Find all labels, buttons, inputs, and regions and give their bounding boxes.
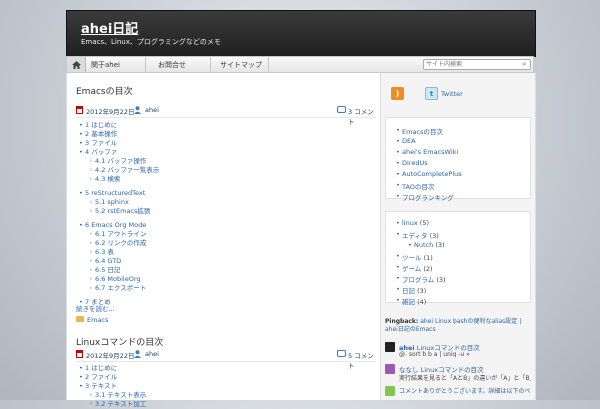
twitter-icon[interactable]: t [425,87,438,100]
category-item[interactable]: linux (5) [396,219,429,227]
home-icon [71,60,81,69]
toc-item[interactable]: 5 reStructuredText [79,189,145,198]
search-input[interactable] [426,60,516,69]
sidebar-link[interactable]: ahei's EmacsWiki [396,148,458,156]
category-item[interactable]: Nutch (3) [408,241,444,249]
category-item[interactable]: プログラム (3) [396,274,446,284]
toc-item[interactable]: 6.5 日記 [89,266,121,275]
site-description: Emacs、Linux、プログラミングなどのメモ [81,38,221,46]
post-meta: 2012年9月22日 ahei 3 コメント [76,106,376,126]
comment-snippet[interactable]: コメントありがとうございます。詳細は以下のページをご覧ください。 [399,386,531,395]
nav-separator [145,57,146,72]
avatar [385,386,395,396]
site-header: ahei日記 Emacs、Linux、プログラミングなどのメモ [66,10,536,57]
page: ahei日記 Emacs、Linux、プログラミングなどのメモ 関于ahei お… [66,10,536,409]
avatar [385,342,395,352]
comment-icon [337,106,346,113]
toc-item[interactable]: 5.2 rstEmacs拡張 [89,207,150,216]
sidebar-link[interactable]: DEA [396,137,415,145]
folder-icon [76,316,84,322]
toc-item[interactable]: 6.6 MobileOrg [89,275,140,284]
toc-item[interactable]: 3 テキスト [79,382,117,391]
avatar [385,364,395,374]
toc-item[interactable]: 3 ファイル [79,139,117,148]
nav-separator [210,57,211,72]
sidebar: ) t Twitter Emacsの目次 DEA ahei's EmacsWik… [380,73,536,400]
toc-item[interactable]: 2 基本操作 [79,130,117,139]
post-title[interactable]: Linuxコマンドの目次 [76,335,163,348]
sidebar-link[interactable]: Emacsの目次 [396,126,443,136]
sidebar-link[interactable]: ブログランキング [396,192,454,202]
category-item[interactable]: エディタ (3) [396,230,439,240]
toc-item[interactable]: 5.1 sphinx [89,198,129,207]
sidebar-link[interactable]: DiredUs [396,159,428,167]
comment-snippet: 実行結果を見ると「AとB」の違いが「A」と「B」の… [399,375,531,382]
pingback-label: Pingback: [385,318,419,325]
nav-separator [268,57,269,72]
toc-item[interactable]: 6 Emacs Org Mode [79,221,146,230]
post-meta: 2012年9月22日 ahei 5 コメント [76,350,376,370]
comment-snippet: @. sort b b a | uniq -u » [399,351,470,358]
toc-item[interactable]: 4.1 バッファ操作 [89,157,146,166]
category-link[interactable]: Emacs [87,316,108,324]
main-content: Emacsの目次 2012年9月22日 ahei 3 コメント 1 はじめに 2… [66,73,381,409]
site-title[interactable]: ahei日記 [81,18,138,37]
category-item[interactable]: ゲーム (2) [396,263,433,273]
user-icon [134,350,141,358]
toc-item[interactable]: 3.2 テキスト加工 [89,400,146,409]
divider [76,361,376,362]
post-title[interactable]: Emacsの目次 [76,84,133,97]
post-date: 2012年9月22日 [86,352,135,360]
toc-item[interactable]: 6.3 表 [89,248,114,257]
toc-item[interactable]: 6.2 リンクの作成 [89,239,146,248]
post-author[interactable]: ahei [145,106,159,114]
post-comments-link[interactable]: 5 コメント [348,350,376,370]
links-widget: Emacsの目次 DEA ahei's EmacsWiki DiredUs Au… [385,117,531,202]
search-icon[interactable]: ⌕ [520,60,529,69]
rss-icon[interactable]: ) [391,87,404,100]
search-box[interactable]: ⌕ [423,59,531,70]
pingback-entry: Pingback: ahei Linux bashの便利なalias設定 | a… [385,318,531,334]
sidebar-link[interactable]: TAOの目次 [396,181,435,191]
toc-item[interactable]: 4.2 バッファ一覧表示 [89,166,159,175]
twitter-link[interactable]: Twitter [441,90,463,98]
sidebar-link[interactable]: AutoCompletePlus [396,170,462,178]
nav-item-contact[interactable]: お問合せ [158,60,186,70]
calendar-icon [76,106,83,114]
post-author[interactable]: ahei [145,350,159,358]
post-category: Emacs [76,316,156,325]
categories-widget: linux (5) エディタ (3) Nutch (3) ツール (1) ゲーム… [385,211,531,306]
post-date: 2012年9月22日 [86,108,135,116]
category-item[interactable]: 雑記 (4) [396,296,426,306]
nav-home-button[interactable] [67,57,86,72]
subscribe-widget: ) t Twitter [385,81,531,110]
toc-item[interactable]: 4.3 検索 [89,175,121,184]
comment-icon [337,350,346,357]
toc-item[interactable]: 1 はじめに [79,121,117,130]
toc-item[interactable]: 6.1 アウトライン [89,230,146,239]
calendar-icon [76,350,83,358]
divider [76,117,376,118]
nav-item-about[interactable]: 関于ahei [91,60,120,70]
toc-item[interactable]: 3.1 テキスト表示 [89,391,146,400]
category-item[interactable]: ツール (1) [396,252,433,262]
toc-item[interactable]: 1 はじめに [79,364,117,373]
toc-item[interactable]: 2 ファイル [79,373,117,382]
category-item[interactable]: 日記 (3) [396,285,426,295]
post-comments-link[interactable]: 3 コメント [348,106,376,126]
nav-item-sitemap[interactable]: サイトマップ [220,60,262,70]
read-more-link[interactable]: 続きを読む... [76,303,115,313]
recent-comments-widget: Pingback: ahei Linux bashの便利なalias設定 | a… [385,314,531,400]
user-icon [134,106,141,114]
main-nav: 関于ahei お問合せ サイトマップ ⌕ [66,56,534,73]
toc-item[interactable]: 6.7 エクスポート [89,284,146,293]
toc-item[interactable]: 6.4 GTD [89,257,121,266]
toc-item[interactable]: 4 バッファ [79,148,117,157]
